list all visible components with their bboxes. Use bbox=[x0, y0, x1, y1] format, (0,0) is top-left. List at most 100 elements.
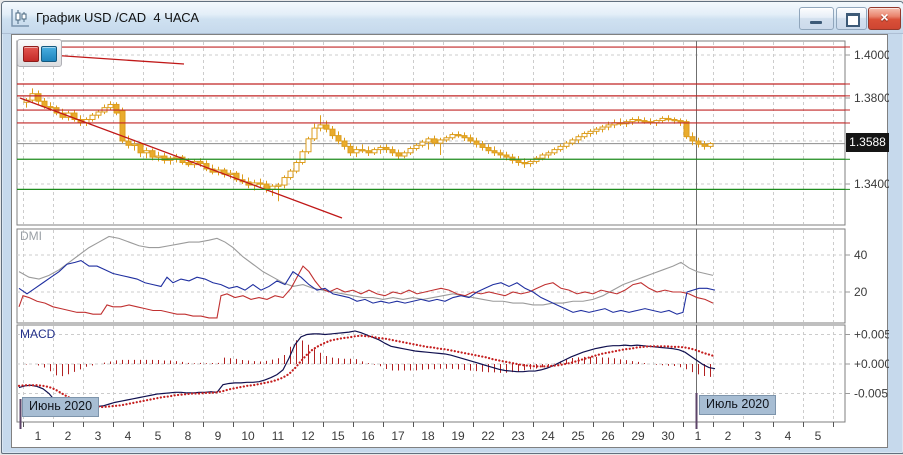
month-badge-july: Июль 2020 bbox=[699, 395, 776, 415]
x-axis-label: 1 bbox=[35, 429, 42, 443]
candle bbox=[684, 122, 689, 137]
candle bbox=[30, 94, 35, 100]
x-axis-label: 12 bbox=[301, 429, 315, 443]
blue-tool-button[interactable] bbox=[41, 46, 57, 62]
x-axis-label: 17 bbox=[391, 429, 405, 443]
candle bbox=[576, 137, 581, 140]
red-tool-button[interactable] bbox=[23, 46, 39, 62]
x-axis-label: 2 bbox=[65, 429, 72, 443]
candle bbox=[450, 135, 455, 138]
candle bbox=[312, 128, 317, 139]
x-axis-label: 8 bbox=[185, 429, 192, 443]
candle bbox=[354, 150, 359, 153]
candle bbox=[636, 120, 641, 121]
candle bbox=[294, 163, 299, 172]
candle bbox=[348, 146, 353, 152]
macd-axis-label: -0.005 bbox=[854, 387, 888, 401]
title-bar[interactable]: График USD /CAD 4 ЧАСА × bbox=[2, 2, 903, 34]
candle bbox=[690, 137, 695, 141]
candle bbox=[678, 121, 683, 122]
x-axis-label: 24 bbox=[541, 429, 555, 443]
candle bbox=[432, 139, 437, 143]
candle bbox=[138, 144, 143, 153]
candle bbox=[132, 144, 137, 145]
x-axis-label: 26 bbox=[601, 429, 615, 443]
candle bbox=[600, 127, 605, 129]
candle bbox=[564, 143, 569, 146]
maximize-icon bbox=[846, 13, 860, 27]
candle bbox=[456, 135, 461, 136]
candle bbox=[258, 183, 263, 184]
candle bbox=[462, 136, 467, 138]
candle bbox=[516, 160, 521, 162]
candle bbox=[468, 138, 473, 141]
candle bbox=[606, 125, 611, 127]
x-axis-label: 22 bbox=[481, 429, 495, 443]
x-axis-label: 4 bbox=[785, 429, 792, 443]
candle bbox=[414, 145, 419, 148]
candle bbox=[594, 129, 599, 131]
candle bbox=[330, 129, 335, 135]
candle bbox=[522, 163, 527, 164]
chart-window: График USD /CAD 4 ЧАСА × 1.40001.38001.3… bbox=[1, 1, 903, 454]
candle bbox=[366, 151, 371, 153]
candle bbox=[402, 153, 407, 156]
candle bbox=[444, 138, 449, 140]
x-axis-label: 1 bbox=[695, 429, 702, 443]
x-axis-label: 18 bbox=[421, 429, 435, 443]
candle bbox=[108, 104, 113, 107]
candle bbox=[546, 153, 551, 155]
macd-axis-label: +0.000 bbox=[854, 357, 889, 371]
x-axis-label: 11 bbox=[272, 429, 285, 443]
chart-client-area: 1.40001.38001.34004020+0.005+0.000-0.005… bbox=[11, 34, 888, 448]
candle bbox=[582, 133, 587, 136]
maximize-button[interactable] bbox=[836, 7, 867, 30]
candle bbox=[360, 150, 365, 151]
candle bbox=[342, 141, 347, 146]
current-price-tag: 1.3588 bbox=[846, 133, 889, 152]
macd-axis-label: +0.005 bbox=[854, 328, 889, 342]
candle bbox=[426, 139, 431, 142]
candle bbox=[378, 147, 383, 149]
month-badge-june: Июнь 2020 bbox=[22, 397, 99, 417]
candle bbox=[288, 171, 293, 177]
x-axis-label: 15 bbox=[331, 429, 345, 443]
window-title: График USD /CAD 4 ЧАСА bbox=[36, 10, 199, 25]
candle bbox=[552, 150, 557, 153]
chart-toolbar bbox=[17, 39, 62, 67]
x-axis-label: 19 bbox=[451, 429, 465, 443]
candle bbox=[480, 144, 485, 147]
candle bbox=[96, 112, 101, 115]
candle bbox=[198, 161, 203, 163]
candle bbox=[318, 125, 323, 128]
dmi-axis-label: 20 bbox=[854, 285, 868, 299]
candle bbox=[36, 94, 41, 102]
price-axis-label: 1.4000 bbox=[854, 48, 889, 62]
candle bbox=[474, 141, 479, 144]
candle bbox=[384, 147, 389, 149]
candle bbox=[276, 185, 281, 186]
candle bbox=[300, 152, 305, 163]
candle bbox=[492, 151, 497, 153]
close-button[interactable]: × bbox=[868, 7, 901, 30]
candle bbox=[144, 151, 149, 153]
price-axis-label: 1.3400 bbox=[854, 177, 889, 191]
x-axis-label: 3 bbox=[95, 429, 102, 443]
candle bbox=[540, 155, 545, 158]
candle bbox=[696, 141, 701, 144]
x-axis-label: 9 bbox=[215, 429, 222, 443]
candle bbox=[702, 144, 707, 146]
candle bbox=[408, 149, 413, 153]
x-axis-label: 25 bbox=[571, 429, 585, 443]
candle bbox=[390, 150, 395, 153]
candle bbox=[660, 118, 665, 120]
chart-canvas[interactable]: 1.40001.38001.34004020+0.005+0.000-0.005… bbox=[12, 35, 889, 449]
candle bbox=[630, 120, 635, 122]
candle bbox=[588, 131, 593, 133]
candle bbox=[666, 118, 671, 119]
candle bbox=[336, 136, 341, 141]
minimize-button[interactable] bbox=[799, 7, 834, 30]
candle bbox=[150, 151, 155, 157]
candle bbox=[504, 155, 509, 157]
candle bbox=[642, 121, 647, 122]
